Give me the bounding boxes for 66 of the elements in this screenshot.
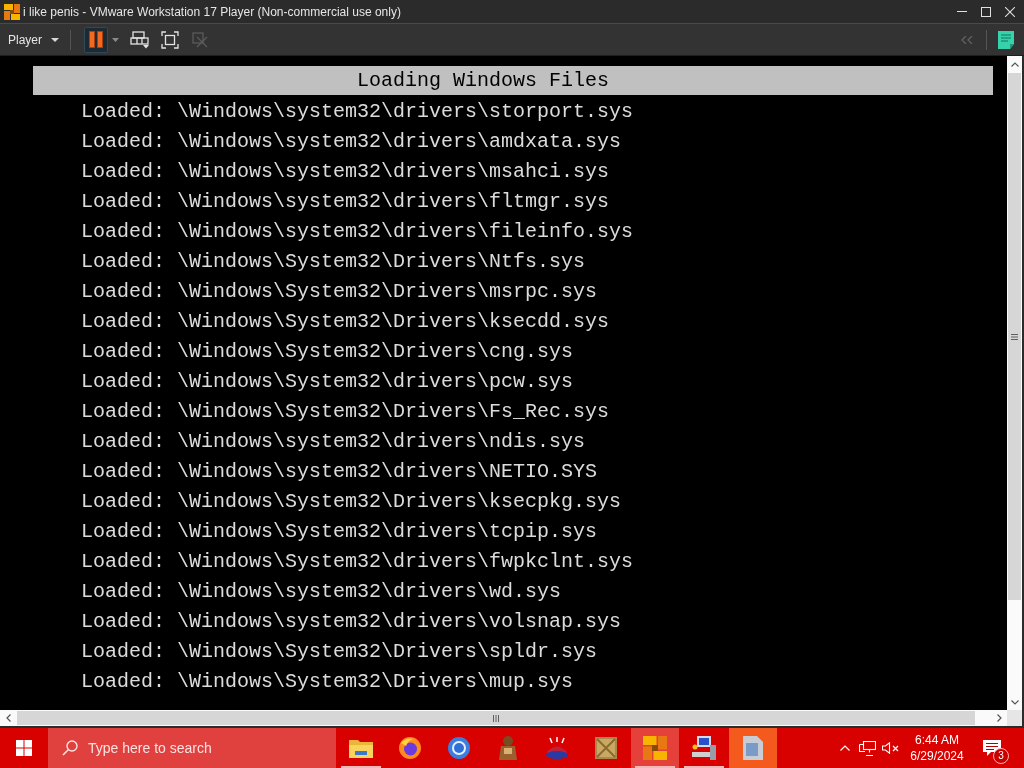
- chevron-down-icon: [1010, 699, 1019, 705]
- vertical-scrollbar[interactable]: [1007, 56, 1022, 710]
- scrollbar-thumb[interactable]: [1008, 73, 1021, 600]
- notifications-button[interactable]: 3: [974, 728, 1010, 768]
- crossed-square-icon: [192, 31, 208, 48]
- console-line: Loaded: \Windows\system32\drivers\ndis.sys: [81, 429, 586, 455]
- close-icon: [1005, 6, 1015, 17]
- chevron-right-icon: [996, 714, 1002, 722]
- pinwheel-icon: [643, 736, 667, 760]
- document-icon: [743, 736, 763, 760]
- windows-logo-icon: [16, 740, 32, 756]
- minimize-icon: [957, 11, 967, 12]
- double-chevron-icon: [961, 35, 973, 44]
- chevron-left-icon: [5, 714, 11, 722]
- console-line: Loaded: \Windows\System32\drivers\pcw.sys: [81, 369, 574, 395]
- computer-icon: [692, 736, 716, 760]
- search-field[interactable]: Type here to search: [48, 728, 336, 768]
- taskbar-app-button[interactable]: [631, 728, 679, 768]
- console-line: Loaded: \Windows\system32\drivers\fileinfo.sys: [81, 219, 634, 245]
- grip-icon: [493, 714, 499, 722]
- console-line: Loaded: \Windows\System32\Drivers\Fs_Rec.sys: [81, 399, 610, 425]
- window-title: i like penis - VMware Workstation 17 Player (Non-commercial use only): [23, 4, 401, 19]
- console-line: Loaded: \Windows\System32\Drivers\Ntfs.sys: [81, 249, 586, 275]
- caret-icon: [111, 37, 119, 42]
- console-line: Loaded: \Windows\System32\Drivers\mup.sys: [81, 669, 574, 695]
- folder-icon: [349, 738, 373, 758]
- console-line: Loaded: \Windows\System32\Drivers\msrpc.sys: [81, 279, 598, 305]
- clock-button[interactable]: 6:44 AM 6/29/2024: [902, 728, 972, 768]
- console-header: Loading Windows Files: [33, 66, 993, 95]
- pause-button[interactable]: [84, 26, 108, 53]
- ring-icon: [448, 737, 470, 759]
- console-line: Loaded: \Windows\system32\drivers\msahci.sys: [81, 159, 610, 185]
- console-line: Loaded: \Windows\system32\drivers\wd.sys: [81, 579, 562, 605]
- console-line: Loaded: \Windows\System32\Drivers\spldr.sys: [81, 639, 598, 665]
- console-line: Loaded: \Windows\system32\drivers\NETIO.SYS: [81, 459, 598, 485]
- network-icon: [859, 740, 876, 756]
- scrollbar-thumb[interactable]: [17, 711, 975, 725]
- notepad-icon: [998, 30, 1014, 49]
- orb-icon: [399, 737, 421, 759]
- console-line: Loaded: \Windows\System32\Drivers\ksecdd.sys: [81, 309, 610, 335]
- notification-badge: 3: [993, 748, 1009, 764]
- chevron-up-icon: [839, 745, 850, 751]
- chevron-up-icon: [1010, 61, 1019, 67]
- console-line: Loaded: \Windows\System32\Drivers\cng.sys: [81, 339, 574, 365]
- taskbar-app-button[interactable]: [729, 728, 777, 768]
- scrollbar-corner: [1007, 710, 1022, 726]
- console-line: Loaded: \Windows\system32\drivers\amdxata.sys: [81, 129, 622, 155]
- screens-arrow-icon: [130, 30, 150, 49]
- horizontal-scrollbar[interactable]: [0, 710, 1007, 726]
- search-icon: [62, 740, 78, 756]
- console-line: Loaded: \Windows\System32\drivers\tcpip.sys: [81, 519, 598, 545]
- pause-icon: [89, 31, 103, 48]
- grip-icon: [1011, 333, 1018, 340]
- console-line: Loaded: \Windows\System32\drivers\fwpkclnt.sys: [81, 549, 634, 575]
- pinwheel-icon: [4, 3, 20, 20]
- crate-icon: [595, 737, 617, 759]
- figure-icon: [499, 736, 517, 760]
- fullscreen-icon: [161, 30, 179, 49]
- console-line: Loaded: \Windows\system32\drivers\fltmgr.sys: [81, 189, 610, 215]
- player-menu-button[interactable]: Player: [0, 27, 63, 52]
- dome-icon: [544, 737, 570, 759]
- console-line: Loaded: \Windows\System32\Drivers\ksecpkg.sys: [81, 489, 622, 515]
- console-line: Loaded: \Windows\system32\drivers\volsnap.sys: [81, 609, 622, 635]
- caret-icon: [51, 37, 59, 42]
- maximize-icon: [981, 6, 991, 17]
- console-line: Loaded: \Windows\system32\drivers\storport.sys: [81, 99, 634, 125]
